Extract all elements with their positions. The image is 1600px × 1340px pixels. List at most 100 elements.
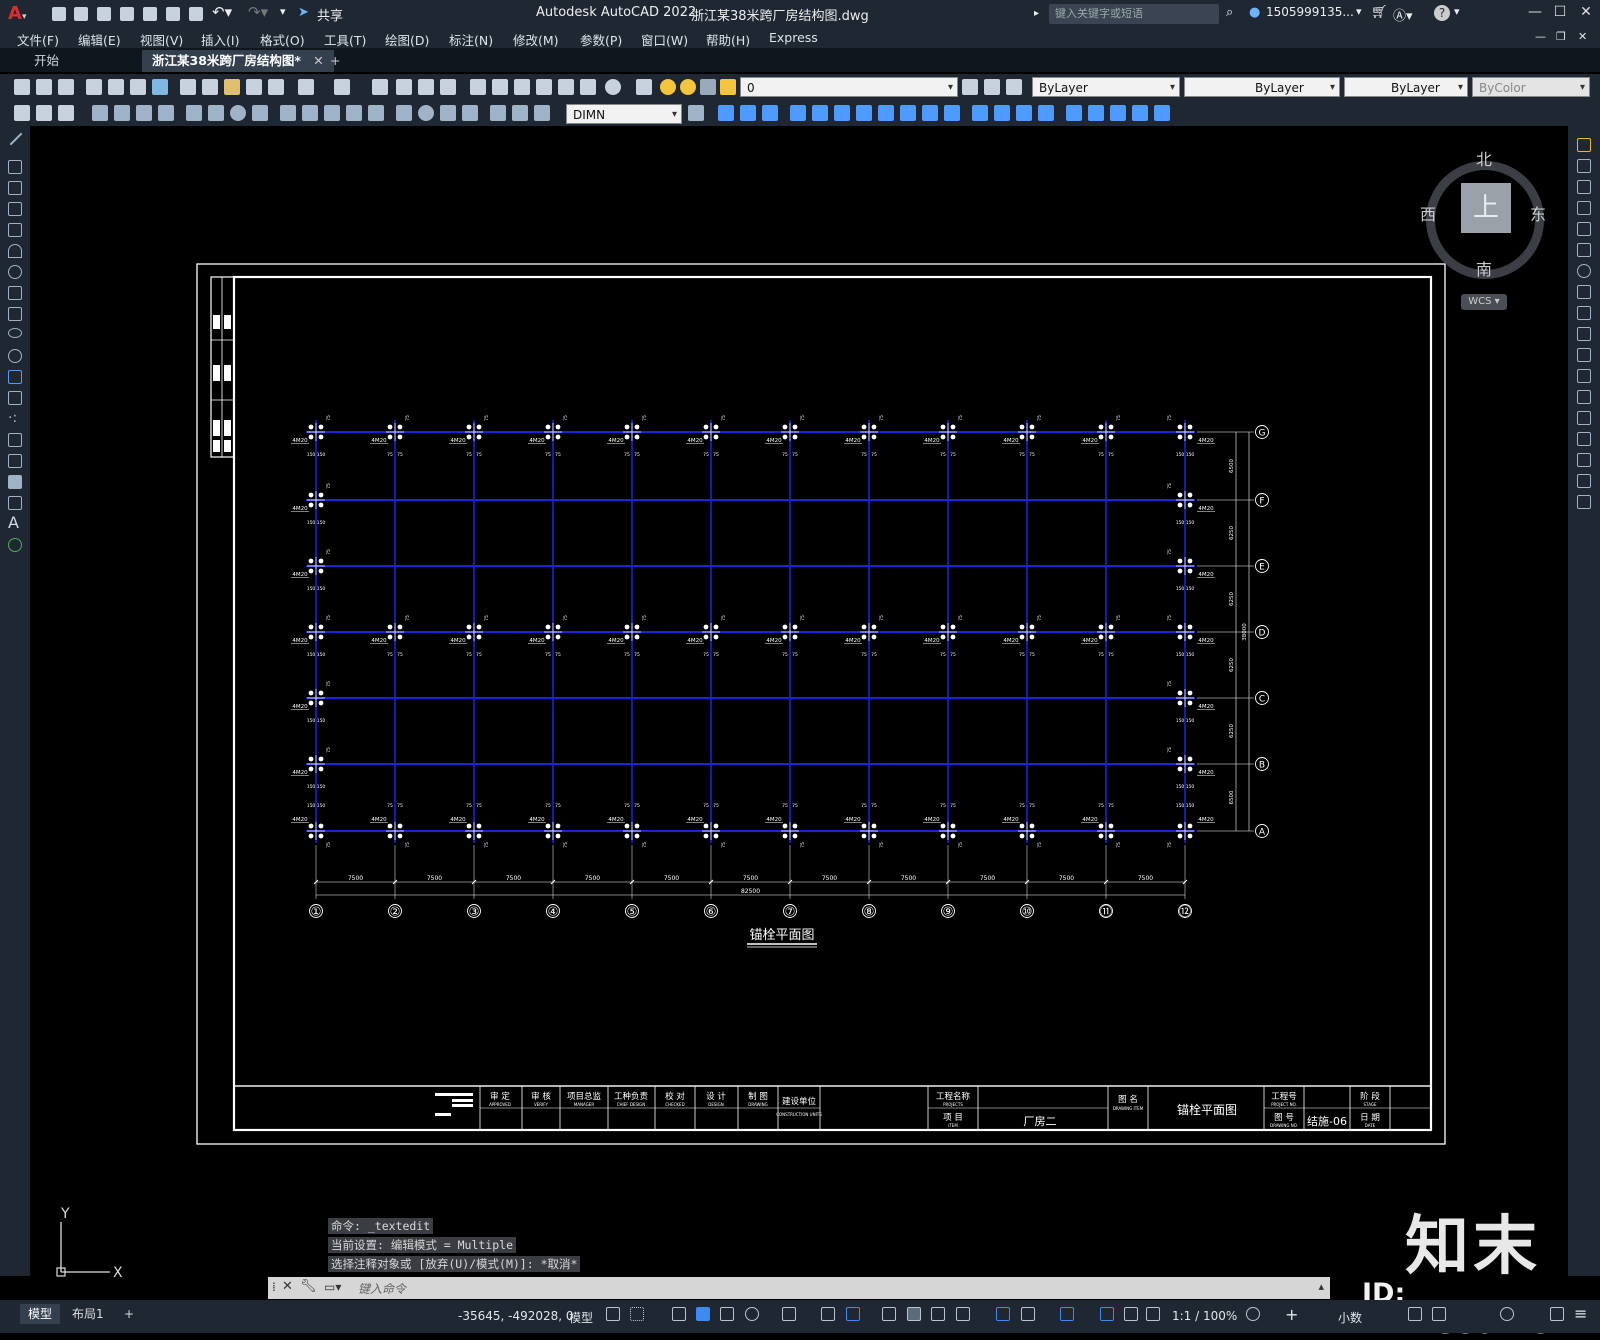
coordinates-readout[interactable]: -35645, -492028, 0 (458, 1309, 574, 1323)
isolate-objects-icon[interactable] (1500, 1307, 1514, 1321)
bolt-dim-75: 75 (545, 452, 551, 458)
bolt-mark (871, 823, 877, 829)
gizmo-icon[interactable] (1060, 1307, 1074, 1321)
bolt-mark (308, 823, 314, 829)
tb-stage-en: STAGE (1364, 1102, 1377, 1107)
bolt-dim-75: 75 (387, 452, 393, 458)
bolt-mark (1098, 833, 1104, 839)
command-line[interactable]: ⁞ ✕ 🔧︎ ▭▾ 键入命令 ▴ (268, 1277, 1330, 1299)
viewcube-top-face[interactable]: 上 (1461, 183, 1511, 233)
units-button[interactable]: 小数 (1338, 1309, 1362, 1326)
quick-properties-icon[interactable] (1408, 1307, 1422, 1321)
bolt-dim-75-vertical: 75 (721, 615, 727, 621)
cmd-customize-icon[interactable]: 🔧︎ (300, 1279, 317, 1294)
cmd-scroll-icon[interactable]: ▴ (1318, 1280, 1324, 1293)
bolt-mark (703, 434, 709, 440)
bolt-mark (308, 700, 314, 706)
bolt-mark (1098, 823, 1104, 829)
bolt-mark (1029, 424, 1035, 430)
bolt-mark (782, 624, 788, 630)
tb-construction-en: CONSTRUCTION UNITS (776, 1112, 822, 1117)
workspace-icon[interactable] (1246, 1307, 1260, 1321)
ortho-icon[interactable] (720, 1307, 734, 1321)
dynamic-ucs-icon[interactable] (996, 1307, 1010, 1321)
lineweight-icon[interactable] (882, 1307, 896, 1321)
annotation-visibility-icon[interactable] (1100, 1307, 1114, 1321)
annotation-scale-value[interactable]: 1:1 / 100% (1172, 1309, 1237, 1323)
tab-layout1[interactable]: 布局1 (64, 1304, 112, 1324)
fullscreen-icon[interactable] (1550, 1307, 1564, 1321)
bolt-mark (318, 424, 324, 430)
bolt-mark (308, 766, 314, 772)
tb-verify-en: VERIFY (534, 1102, 549, 1107)
bolt-label: 4M20 (766, 817, 782, 823)
bolt-mark (1177, 823, 1183, 829)
tb-approved-en: APPROVED (489, 1102, 511, 1107)
status-customize-icon[interactable]: ≡ (1574, 1304, 1587, 1323)
bolt-dim-75: 75 (861, 452, 867, 458)
infer-constraints-icon[interactable] (672, 1307, 686, 1321)
snap-icon[interactable] (630, 1307, 644, 1321)
command-input[interactable]: 键入命令 (358, 1280, 406, 1297)
bolt-mark (782, 634, 788, 640)
column-axis-label: ⑩ (1022, 905, 1033, 919)
compass-west[interactable]: 西 (1420, 201, 1436, 225)
anchor-bolt-group: 4M20 75 75 75 (370, 415, 411, 458)
wcs-menu[interactable]: WCS ▾ (1461, 294, 1507, 310)
bolt-mark (1177, 690, 1183, 696)
bolt-mark (703, 833, 709, 839)
object-snap-icon[interactable] (846, 1307, 860, 1321)
object-snap-tracking-icon[interactable] (821, 1307, 835, 1321)
bolt-mark (397, 823, 403, 829)
bolt-mark (634, 624, 640, 630)
model-space-button[interactable]: 模型 (569, 1309, 593, 1326)
tb-drawing-name-value: 锚栓平面图 (1177, 1102, 1237, 1117)
dynamic-input-icon[interactable] (696, 1307, 710, 1321)
anchor-bolt-group: 4M20 150 150 75 (1167, 681, 1215, 724)
bolt-mark (1029, 624, 1035, 630)
cmd-recent-icon[interactable]: ▭▾ (324, 1280, 341, 1294)
bay-dim-text: 7500 (348, 875, 363, 882)
auto-scale-icon[interactable] (1124, 1307, 1138, 1321)
grid-icon[interactable] (606, 1307, 620, 1321)
tb-drawing-no-en: DRAWING NO. (1270, 1123, 1298, 1128)
bolt-mark (308, 492, 314, 498)
anchor-bolt-group: 4M20 150 150 75 (291, 681, 332, 724)
compass-east[interactable]: 东 (1530, 201, 1546, 225)
bolt-dim-75-vertical: 75 (1116, 415, 1122, 421)
bolt-dim-75-vertical: 75 (1167, 483, 1173, 489)
3d-osnap-icon[interactable] (956, 1307, 970, 1321)
bolt-dim-75: 75 (940, 452, 946, 458)
bolt-dim-75-vertical: 75 (879, 842, 885, 848)
transparency-icon[interactable] (907, 1307, 921, 1321)
annotation-scale-icon[interactable] (1146, 1307, 1160, 1321)
cmd-grip-icon[interactable]: ⁞ (272, 1280, 276, 1294)
row-axis-label: F (1259, 497, 1264, 507)
bolt-mark (318, 634, 324, 640)
bolt-mark (555, 823, 561, 829)
isodraft-icon[interactable] (782, 1307, 796, 1321)
bolt-dim-75-vertical: 75 (405, 415, 411, 421)
selection-filter-icon[interactable] (1021, 1307, 1035, 1321)
bolt-mark (792, 624, 798, 630)
bolt-mark (1177, 502, 1183, 508)
bolt-dim-150: 150 (307, 520, 316, 526)
selection-cycling-icon[interactable] (931, 1307, 945, 1321)
polar-tracking-icon[interactable] (745, 1307, 759, 1321)
bolt-mark (861, 833, 867, 839)
compass-north[interactable]: 北 (1476, 146, 1492, 170)
add-layout-button[interactable]: + (116, 1304, 142, 1324)
lock-ui-icon[interactable] (1432, 1307, 1446, 1321)
annotation-monitor-icon[interactable]: + (1285, 1305, 1298, 1324)
anchor-bolt-group: 4M20 75 75 75 (686, 615, 727, 658)
bolt-dim-75-vertical: 75 (1167, 842, 1173, 848)
bolt-label: 4M20 (1198, 506, 1214, 512)
compass-south[interactable]: 南 (1476, 256, 1492, 280)
tab-model[interactable]: 模型 (20, 1304, 61, 1324)
cmd-close-icon[interactable]: ✕ (282, 1279, 293, 1294)
tb-checked-en: CHECKED (665, 1102, 684, 1107)
bolt-mark (555, 424, 561, 430)
bolt-mark (1098, 624, 1104, 630)
bolt-mark (476, 424, 482, 430)
bolt-dim-75: 75 (1108, 652, 1114, 658)
